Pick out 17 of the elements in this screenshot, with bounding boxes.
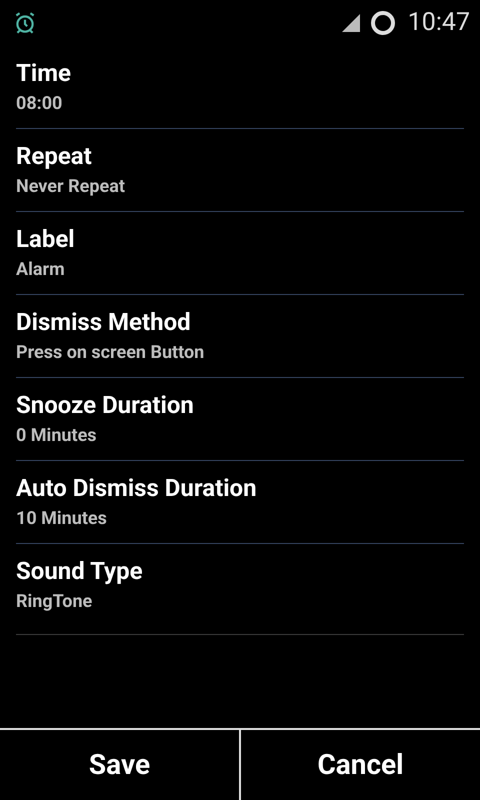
setting-title[interactable]: Repeat: [16, 141, 92, 171]
setting-title[interactable]: Sound Type: [16, 556, 143, 586]
setting-value: 08:00: [16, 92, 62, 116]
setting-value: Press on screen Button: [16, 341, 204, 365]
setting-value: 10 Minutes: [16, 507, 107, 531]
signal-icon: [340, 12, 362, 34]
setting-title[interactable]: Dismiss Method: [16, 307, 191, 337]
setting-title[interactable]: Time: [16, 58, 71, 88]
setting-title[interactable]: Label: [16, 224, 75, 254]
setting-value: Alarm: [16, 258, 65, 282]
setting-title[interactable]: Snooze Duration: [16, 390, 194, 420]
setting-value: Never Repeat: [16, 175, 125, 199]
loading-ring-icon: [370, 10, 396, 36]
clock-time: 10:47: [408, 7, 470, 40]
setting-value: 0 Minutes: [16, 424, 97, 448]
setting-value: RingTone: [16, 590, 92, 614]
setting-title[interactable]: Auto Dismiss Duration: [16, 473, 257, 503]
